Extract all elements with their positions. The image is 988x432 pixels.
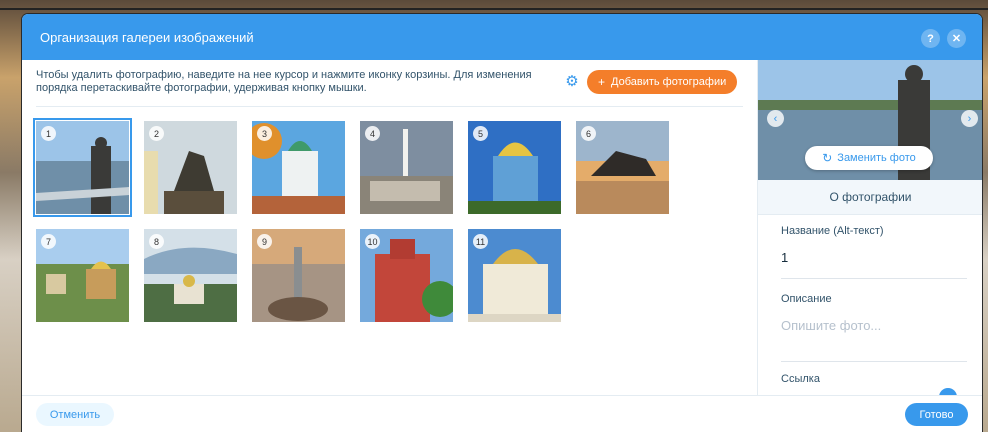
photo-thumbnail[interactable]: 11 [468,229,561,322]
add-photos-label: Добавить фотографии [611,76,727,88]
photo-number-badge: 6 [581,126,596,141]
photo-thumbnail[interactable]: 5 [468,121,561,214]
photo-thumbnail[interactable]: 9 [252,229,345,322]
replace-photo-label: Заменить фото [837,152,916,164]
gear-icon[interactable]: ⚙ [564,74,580,90]
refresh-icon: ↻ [822,151,833,165]
background-divider [0,8,988,10]
help-icon[interactable]: ? [921,29,940,48]
photo-preview: ‹ › ↻ Заменить фото [758,60,982,180]
photo-thumbnail[interactable]: 8 [144,229,237,322]
photo-number-badge: 8 [149,234,164,249]
description-field[interactable]: Опишите фото... [781,318,881,333]
photo-thumbnail[interactable]: 10 [360,229,453,322]
photo-number-badge: 1 [41,126,56,141]
photo-number-badge: 3 [257,126,272,141]
chevron-left-icon[interactable]: ‹ [767,110,784,127]
instructions-text: Чтобы удалить фотографию, наведите на не… [36,69,532,94]
photo-thumbnail[interactable]: 2 [144,121,237,214]
toolbar-divider [36,106,743,107]
replace-photo-button[interactable]: ↻ Заменить фото [805,146,933,170]
done-button[interactable]: Готово [905,403,968,426]
photo-thumbnail[interactable]: 1 [33,118,132,217]
photo-number-badge: 5 [473,126,488,141]
photo-number-badge: 7 [41,234,56,249]
photo-thumbnail[interactable]: 3 [252,121,345,214]
photo-number-badge: 4 [365,126,380,141]
field-divider [781,361,967,362]
chevron-right-icon[interactable]: › [961,110,978,127]
dialog-title: Организация галереи изображений [40,29,254,45]
field-divider [781,278,967,279]
photo-details-panel: ‹ › ↻ Заменить фото О фотографии Названи… [757,60,982,406]
photo-thumbnail[interactable]: 4 [360,121,453,214]
gallery-manager-dialog: Организация галереи изображений ? ✕ Чтоб… [22,14,982,432]
link-label: Ссылка [781,373,820,385]
plus-icon: + [598,75,606,89]
cancel-button[interactable]: Отменить [36,403,114,426]
photo-number-badge: 2 [149,126,164,141]
photo-number-badge: 9 [257,234,272,249]
photo-thumbnail[interactable]: 6 [576,121,669,214]
photo-grid: 1 2 3 4 5 6 7 8 9 10 11 [33,118,676,326]
close-icon[interactable]: ✕ [947,29,966,48]
photo-number-badge: 10 [365,234,380,249]
description-label: Описание [781,293,832,305]
photo-number-badge: 11 [473,234,488,249]
photo-thumbnail[interactable]: 7 [36,229,129,322]
alt-text-field[interactable]: 1 [781,250,788,265]
about-photo-heading: О фотографии [758,180,982,215]
alt-text-label: Название (Alt-текст) [781,225,884,237]
gallery-panel: Чтобы удалить фотографию, наведите на не… [22,60,757,395]
add-photos-button[interactable]: + Добавить фотографии [587,70,737,94]
dialog-header: Организация галереи изображений ? ✕ [22,14,982,60]
dialog-footer: Отменить Готово [22,395,982,432]
